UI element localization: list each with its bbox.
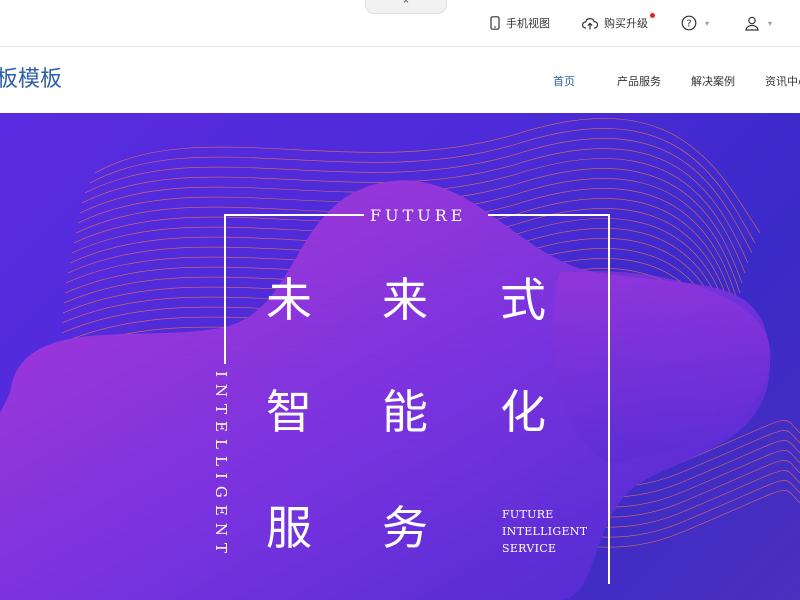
collapse-toolbar-button[interactable]: ⌃: [365, 0, 447, 14]
phone-icon: [490, 16, 500, 30]
nav-item-news[interactable]: 资讯中心: [765, 73, 800, 89]
hero-char-5: 能: [382, 385, 428, 439]
user-menu-button[interactable]: ▾: [744, 14, 772, 32]
nav-item-cases[interactable]: 解决案例: [691, 73, 735, 89]
site-brand[interactable]: 板模板: [0, 61, 62, 93]
svg-text:?: ?: [686, 19, 691, 30]
future-heading: FUTURE: [370, 206, 467, 225]
help-icon: ?: [681, 15, 697, 31]
hero-char-8: 务: [382, 501, 428, 555]
hero-banner[interactable]: FUTURE INTELLIGENT 未 来 式 智 能 化 服 务 FUTUR…: [0, 113, 800, 600]
hero-char-1: 未: [266, 273, 312, 327]
chevron-down-icon: ▾: [705, 18, 710, 28]
help-button[interactable]: ? ▾: [681, 14, 709, 32]
frame-top-left-line: [224, 214, 364, 216]
top-toolbar: ⌃ 手机视图 购买升级 ? ▾ ▾: [0, 0, 800, 47]
hero-char-2: 来: [382, 273, 428, 327]
hero-en-line-1: FUTURE: [502, 508, 554, 521]
site-header: 板模板 首页 产品服务 解决案例 资讯中心: [0, 47, 800, 113]
vertical-intelligent-text: INTELLIGENT: [212, 371, 230, 560]
cloud-upload-icon: [582, 17, 598, 29]
frame-right-line: [608, 214, 610, 584]
chevron-up-icon: ⌃: [401, 0, 411, 11]
hero-char-3: 式: [500, 273, 546, 327]
buy-upgrade-label: 购买升级: [604, 17, 648, 30]
frame-left-line: [224, 214, 226, 364]
mobile-view-button[interactable]: 手机视图: [490, 14, 550, 32]
hero-en-line-3: SERVICE: [502, 542, 557, 555]
hero-en-line-2: INTELLIGENT: [502, 525, 588, 538]
hero-char-4: 智: [266, 385, 312, 439]
nav-item-products[interactable]: 产品服务: [617, 73, 661, 89]
frame-top-right-line: [488, 214, 610, 216]
hero-char-6: 化: [500, 385, 546, 439]
chevron-down-icon: ▾: [768, 18, 773, 28]
nav-item-home[interactable]: 首页: [553, 73, 575, 89]
buy-upgrade-button[interactable]: 购买升级: [582, 14, 648, 32]
notification-dot: [650, 13, 655, 18]
hero-char-7: 服: [266, 501, 312, 555]
user-icon: [745, 16, 759, 31]
mobile-view-label: 手机视图: [506, 17, 550, 30]
